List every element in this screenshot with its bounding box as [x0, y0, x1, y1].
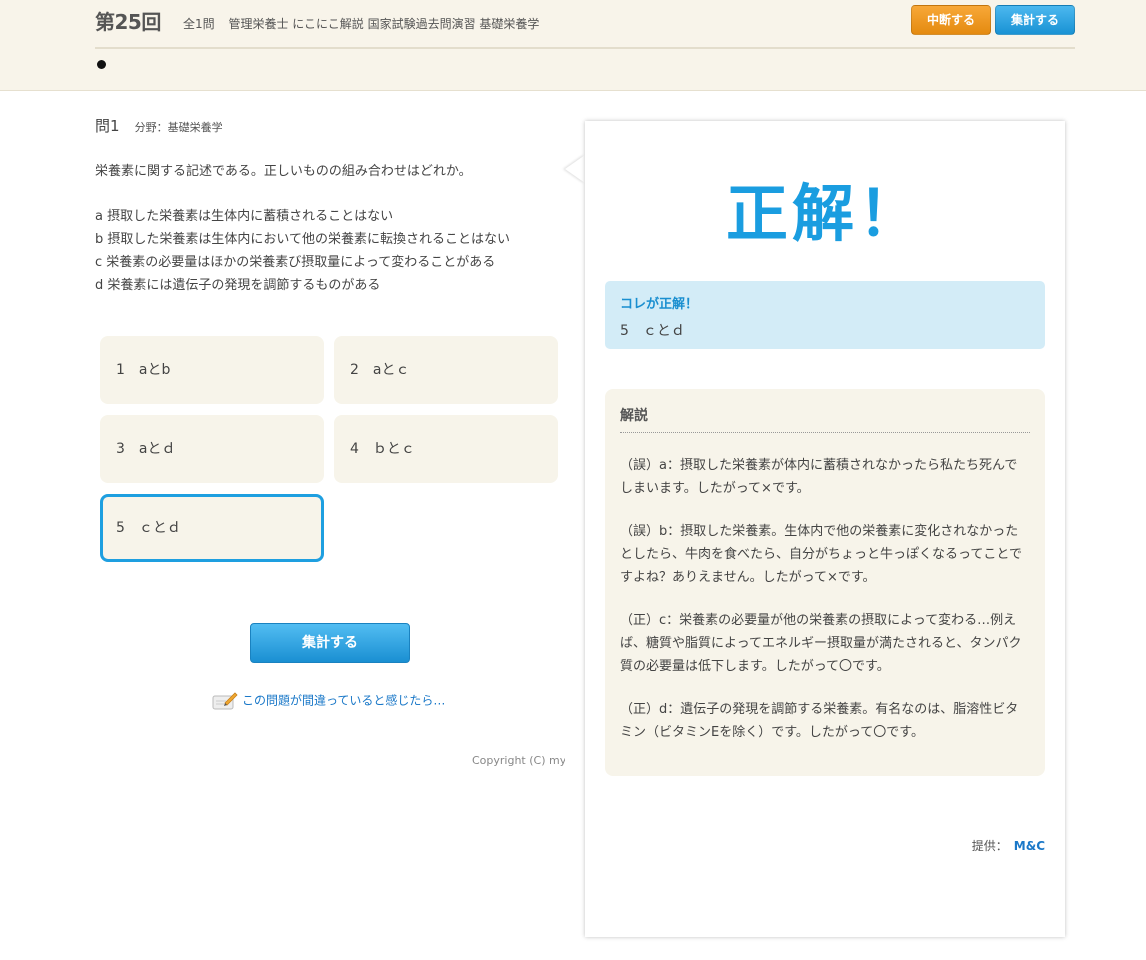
pencil-note-icon — [212, 691, 238, 711]
question-heading: 問1 分野：基礎栄養学 — [95, 115, 223, 136]
question-text: 栄養素に関する記述である。正しいものの組み合わせはどれか。 — [95, 164, 472, 179]
explanation-title: 解説 — [620, 405, 1030, 433]
explanation-a: （誤）a：摂取した栄養素が体内に蓄積されなかったら私たち死んでしまいます。したが… — [620, 458, 1018, 496]
pause-button[interactable]: 中断する — [911, 5, 991, 35]
statement-a: a 摂取した栄養素は生体内に蓄積されることはない — [95, 209, 394, 224]
provider-link[interactable]: M&C — [1014, 839, 1045, 853]
round-title: 第25回 — [95, 10, 161, 34]
question-number: 問1 — [95, 117, 120, 135]
choice-5[interactable]: 5 ｃとｄ — [100, 494, 324, 562]
question-count: 全1問 — [183, 17, 215, 31]
header-bar: 第25回 全1問 管理栄養士 にこにこ解説 国家試験過去問演習 基礎栄養学 中断… — [95, 0, 1075, 49]
correct-answer-label: コレが正解！ — [620, 297, 699, 312]
correct-answer-value: 5 ｃとｄ — [620, 323, 685, 339]
statement-d: d 栄養素には遺伝子の発現を調節するものがある — [95, 278, 381, 293]
choice-3[interactable]: 3 aとｄ — [100, 415, 324, 483]
result-heading: 正解！ — [725, 177, 924, 250]
choice-4[interactable]: 4 ｂとｃ — [334, 415, 558, 483]
provider-label: 提供： — [971, 839, 1008, 853]
explanation-box: 解説 （誤）a：摂取した栄養素が体内に蓄積されなかったら私たち死んでしまいます。… — [605, 389, 1045, 776]
tally-button[interactable]: 集計する — [250, 623, 410, 663]
choice-2[interactable]: 2 aとｃ — [334, 336, 558, 404]
report-link-text[interactable]: この問題が間違っていると感じたら… — [242, 694, 445, 708]
subject-title: 管理栄養士 にこにこ解説 国家試験過去問演習 基礎栄養学 — [228, 17, 540, 31]
explanation-d: （正）d：遺伝子の発現を調節する栄養素。有名なのは、脂溶性ビタミン（ビタミンEを… — [620, 702, 1019, 740]
panel-pointer — [565, 155, 585, 183]
top-header: 第25回 全1問 管理栄養士 にこにこ解説 国家試験過去問演習 基礎栄養学 中断… — [0, 0, 1146, 91]
copyright: Copyright (C) my — [472, 754, 565, 767]
question-field: 分野：基礎栄養学 — [134, 121, 223, 134]
correct-answer-box: コレが正解！ 5 ｃとｄ — [605, 281, 1045, 349]
header-meta: 全1問 管理栄養士 にこにこ解説 国家試験過去問演習 基礎栄養学 — [183, 15, 549, 32]
progress-dot — [97, 60, 106, 69]
question-statements: a 摂取した栄養素は生体内に蓄積されることはない b 摂取した栄養素は生体内にお… — [95, 205, 510, 297]
choice-1[interactable]: 1 aとb — [100, 336, 324, 404]
statement-c: c 栄養素の必要量はほかの栄養素び摂取量によって変わることがある — [95, 255, 496, 270]
provider: 提供： M&C — [972, 837, 1045, 854]
explanation-c: （正）c：栄養素の必要量が他の栄養素の摂取によって変わる…例えば、糖質や脂質によ… — [620, 613, 1022, 674]
report-link[interactable]: この問題が間違っていると感じたら… — [212, 691, 445, 711]
statement-b: b 摂取した栄養素は生体内において他の栄養素に転換されることはない — [95, 232, 510, 247]
result-panel: 正解！ コレが正解！ 5 ｃとｄ 解説 （誤）a：摂取した栄養素が体内に蓄積され… — [585, 121, 1065, 937]
tally-button-header[interactable]: 集計する — [995, 5, 1075, 35]
explanation-b: （誤）b：摂取した栄養素。生体内で他の栄養素に変化されなかったとしたら、牛肉を食… — [620, 524, 1022, 585]
